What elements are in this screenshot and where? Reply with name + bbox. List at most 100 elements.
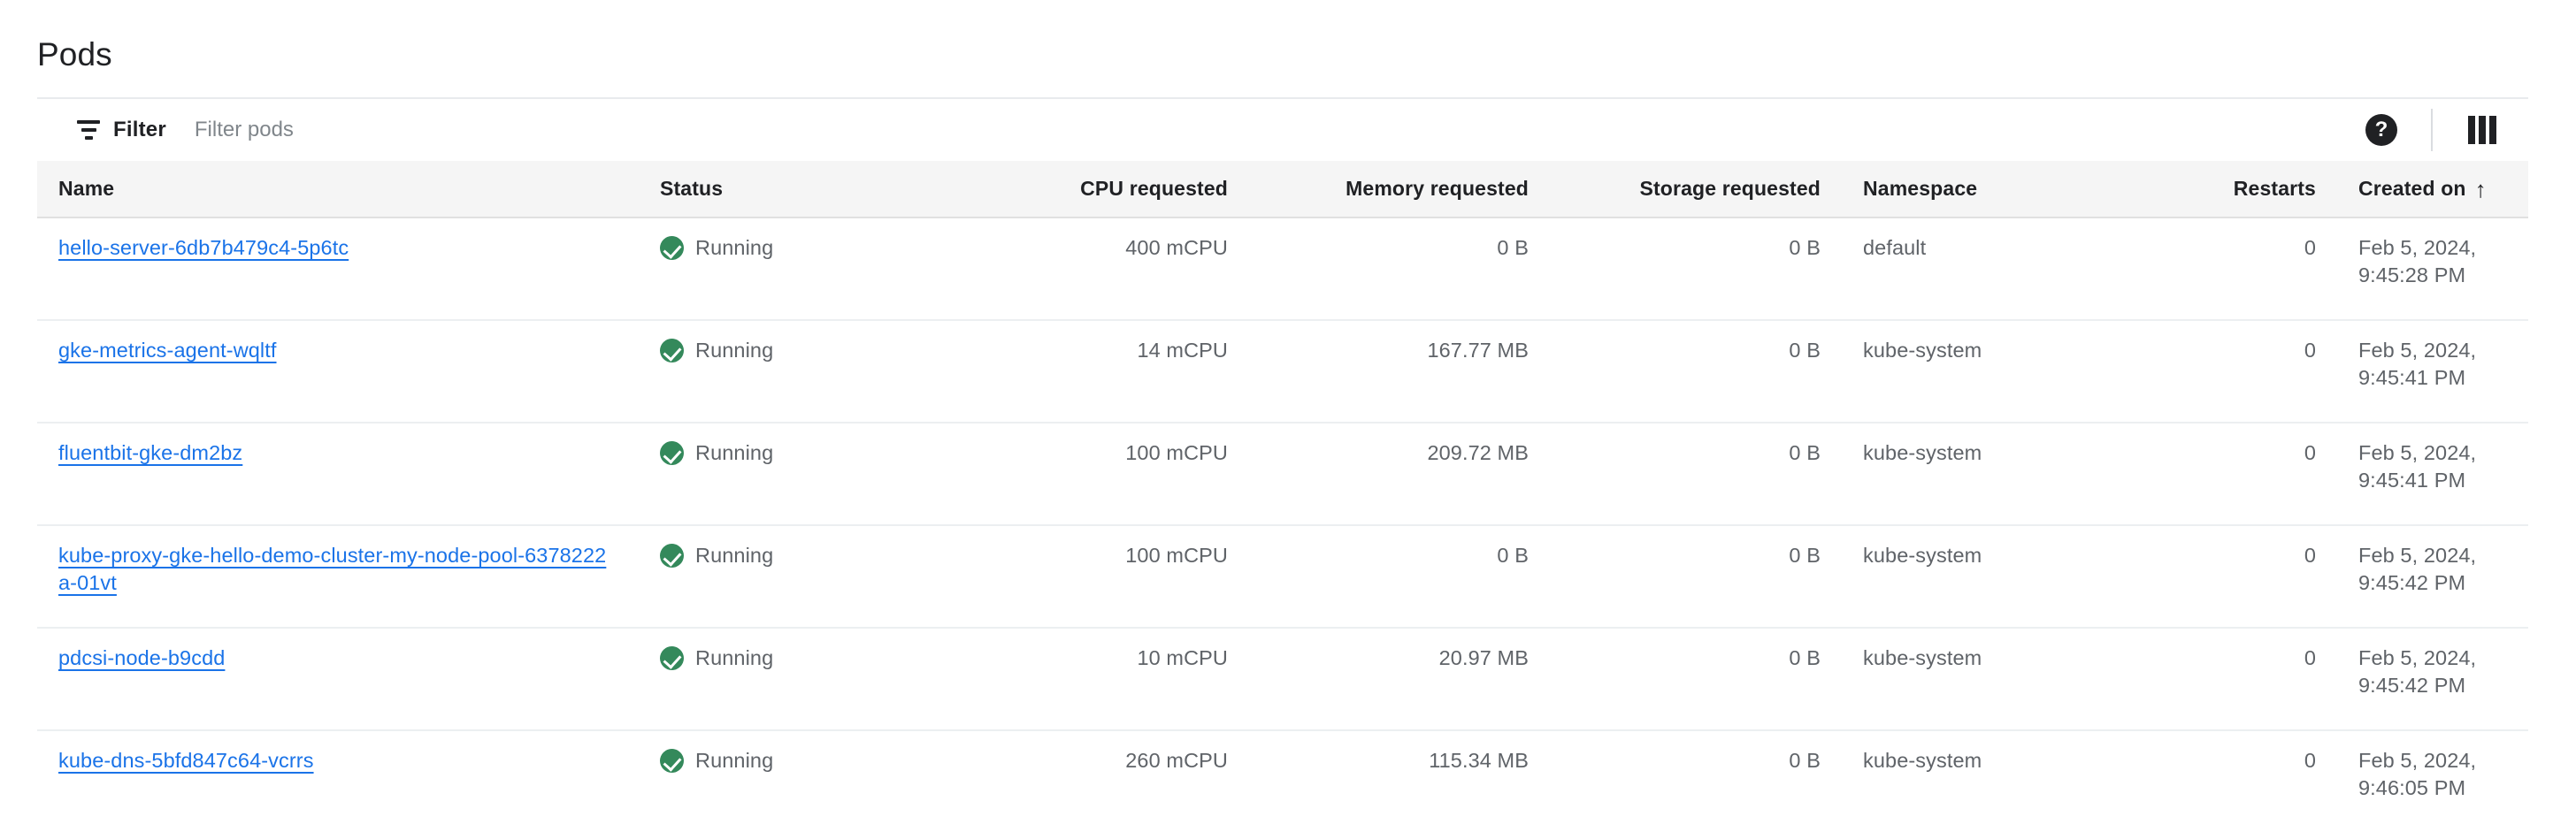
- column-header-created-label: Created on: [2358, 177, 2466, 200]
- column-settings-icon: [2466, 114, 2498, 146]
- cell-name: pdcsi-node-b9cdd: [37, 628, 639, 731]
- cell-storage-requested: 0 B: [1550, 525, 1842, 629]
- column-header-restarts[interactable]: Restarts: [2134, 161, 2337, 218]
- pod-name-link[interactable]: kube-proxy-gke-hello-demo-cluster-my-nod…: [58, 544, 606, 594]
- cell-status: Running: [639, 525, 966, 629]
- pod-name-link[interactable]: hello-server-6db7b479c4-5p6tc: [58, 236, 349, 259]
- status-label: Running: [695, 339, 774, 362]
- cell-name: gke-metrics-agent-wqltf: [37, 320, 639, 423]
- status-badge: Running: [660, 439, 945, 467]
- table-row: pdcsi-node-b9cdd Running 10 mCPU 20.97 MB 0 …: [37, 628, 2528, 731]
- cell-memory-requested: 209.72 MB: [1249, 423, 1550, 526]
- pod-name-link[interactable]: pdcsi-node-b9cdd: [58, 646, 225, 669]
- status-label: Running: [695, 749, 774, 772]
- cell-cpu-requested: 10 mCPU: [966, 628, 1249, 731]
- table-toolbar: Filter ?: [37, 97, 2528, 161]
- cell-restarts: 0: [2134, 217, 2337, 321]
- cell-storage-requested: 0 B: [1550, 217, 1842, 321]
- pods-table-container: Name Status CPU requested Memory request…: [37, 161, 2528, 824]
- check-circle-icon: [660, 749, 684, 773]
- check-circle-icon: [660, 544, 684, 568]
- cell-restarts: 0: [2134, 525, 2337, 629]
- table-row: gke-metrics-agent-wqltf Running 14 mCPU 167…: [37, 320, 2528, 423]
- status-badge: Running: [660, 542, 945, 569]
- help-icon: ?: [2365, 114, 2397, 146]
- pods-table: Name Status CPU requested Memory request…: [37, 161, 2528, 824]
- column-header-storage[interactable]: Storage requested: [1550, 161, 1842, 218]
- column-header-created[interactable]: Created on ↑: [2337, 161, 2528, 218]
- cell-memory-requested: 167.77 MB: [1249, 320, 1550, 423]
- cell-cpu-requested: 100 mCPU: [966, 525, 1249, 629]
- column-header-status[interactable]: Status: [639, 161, 966, 218]
- column-header-name[interactable]: Name: [37, 161, 639, 218]
- cell-namespace: kube-system: [1842, 730, 2134, 824]
- cell-cpu-requested: 14 mCPU: [966, 320, 1249, 423]
- cell-storage-requested: 0 B: [1550, 730, 1842, 824]
- check-circle-icon: [660, 236, 684, 260]
- cell-created-on: Feb 5, 2024, 9:46:05 PM: [2337, 730, 2528, 824]
- column-header-cpu-label: CPU requested: [1080, 177, 1228, 200]
- cell-restarts: 0: [2134, 423, 2337, 526]
- cell-created-on: Feb 5, 2024, 9:45:41 PM: [2337, 423, 2528, 526]
- filter-icon: [76, 118, 101, 142]
- cell-name: hello-server-6db7b479c4-5p6tc: [37, 217, 639, 321]
- cell-status: Running: [639, 423, 966, 526]
- column-header-namespace-label: Namespace: [1863, 177, 1978, 200]
- toolbar-actions: ?: [2353, 102, 2511, 158]
- pod-name-link[interactable]: kube-dns-5bfd847c64-vcrrs: [58, 749, 314, 772]
- pods-page: Pods Filter ?: [0, 0, 2576, 824]
- column-settings-button[interactable]: [2454, 102, 2511, 158]
- cell-namespace: default: [1842, 217, 2134, 321]
- table-row: hello-server-6db7b479c4-5p6tc Running 400 …: [37, 217, 2528, 321]
- pods-table-head: Name Status CPU requested Memory request…: [37, 161, 2528, 218]
- column-header-name-label: Name: [58, 177, 115, 200]
- cell-memory-requested: 0 B: [1249, 217, 1550, 321]
- cell-status: Running: [639, 217, 966, 321]
- cell-storage-requested: 0 B: [1550, 423, 1842, 526]
- cell-namespace: kube-system: [1842, 423, 2134, 526]
- cell-created-on: Feb 5, 2024, 9:45:42 PM: [2337, 525, 2528, 629]
- pods-table-header-row: Name Status CPU requested Memory request…: [37, 161, 2528, 218]
- filter-input[interactable]: [194, 112, 991, 148]
- table-row: fluentbit-gke-dm2bz Running 100 mCPU 209.72…: [37, 423, 2528, 526]
- status-badge: Running: [660, 234, 945, 262]
- table-row: kube-proxy-gke-hello-demo-cluster-my-nod…: [37, 525, 2528, 629]
- toolbar-divider: [2431, 109, 2433, 151]
- status-badge: Running: [660, 747, 945, 774]
- status-badge: Running: [660, 645, 945, 672]
- cell-storage-requested: 0 B: [1550, 628, 1842, 731]
- table-row: kube-dns-5bfd847c64-vcrrs Running 260 mCPU…: [37, 730, 2528, 824]
- cell-restarts: 0: [2134, 628, 2337, 731]
- cell-status: Running: [639, 320, 966, 423]
- cell-namespace: kube-system: [1842, 525, 2134, 629]
- filter-button-label: Filter: [113, 118, 166, 141]
- check-circle-icon: [660, 441, 684, 465]
- column-header-cpu[interactable]: CPU requested: [966, 161, 1249, 218]
- cell-cpu-requested: 100 mCPU: [966, 423, 1249, 526]
- cell-created-on: Feb 5, 2024, 9:45:41 PM: [2337, 320, 2528, 423]
- cell-cpu-requested: 400 mCPU: [966, 217, 1249, 321]
- status-badge: Running: [660, 337, 945, 364]
- column-header-memory[interactable]: Memory requested: [1249, 161, 1550, 218]
- cell-name: kube-proxy-gke-hello-demo-cluster-my-nod…: [37, 525, 639, 629]
- pod-name-link[interactable]: gke-metrics-agent-wqltf: [58, 339, 277, 362]
- cell-restarts: 0: [2134, 320, 2337, 423]
- cell-memory-requested: 20.97 MB: [1249, 628, 1550, 731]
- help-button[interactable]: ?: [2353, 102, 2410, 158]
- sort-ascending-arrow-icon[interactable]: ↑: [2475, 178, 2487, 201]
- column-header-storage-label: Storage requested: [1639, 177, 1821, 200]
- cell-created-on: Feb 5, 2024, 9:45:28 PM: [2337, 217, 2528, 321]
- cell-created-on: Feb 5, 2024, 9:45:42 PM: [2337, 628, 2528, 731]
- cell-status: Running: [639, 628, 966, 731]
- cell-memory-requested: 0 B: [1249, 525, 1550, 629]
- status-label: Running: [695, 236, 774, 259]
- filter-button[interactable]: Filter: [76, 118, 166, 142]
- check-circle-icon: [660, 339, 684, 362]
- status-label: Running: [695, 646, 774, 669]
- check-circle-icon: [660, 646, 684, 670]
- column-header-namespace[interactable]: Namespace: [1842, 161, 2134, 218]
- pod-name-link[interactable]: fluentbit-gke-dm2bz: [58, 441, 242, 464]
- cell-storage-requested: 0 B: [1550, 320, 1842, 423]
- status-label: Running: [695, 441, 774, 464]
- cell-namespace: kube-system: [1842, 628, 2134, 731]
